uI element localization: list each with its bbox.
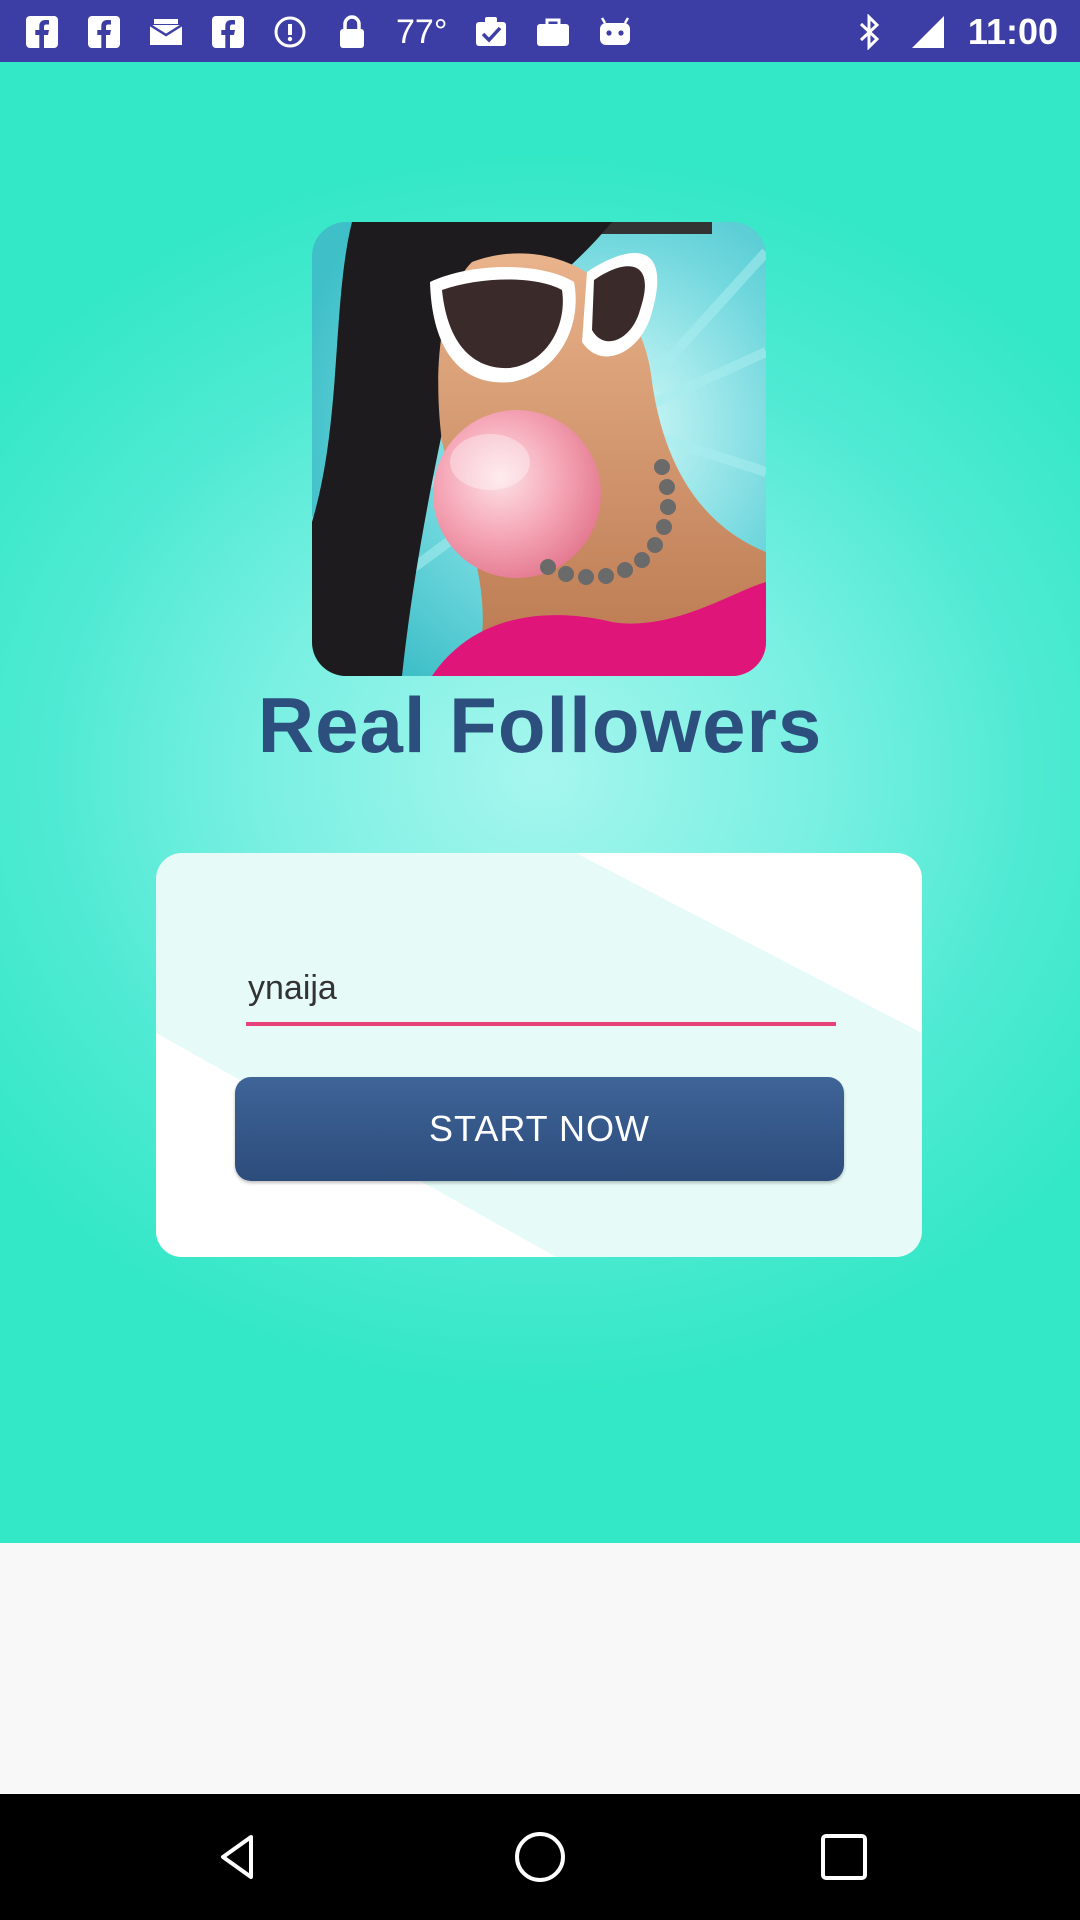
android-icon [597, 14, 633, 50]
info-icon [272, 14, 308, 50]
back-icon[interactable] [207, 1827, 267, 1887]
mail-icon [148, 14, 184, 50]
bottom-blank-area [0, 1543, 1080, 1794]
status-right-icons: 11:00 [852, 12, 1058, 52]
signal-icon [910, 14, 946, 50]
briefcase-icon [535, 14, 571, 50]
app-logo [312, 222, 766, 676]
clock: 11:00 [967, 11, 1058, 52]
recents-icon[interactable] [814, 1827, 874, 1887]
facebook-icon [86, 14, 122, 50]
facebook-icon [24, 14, 60, 50]
bluetooth-icon [852, 14, 888, 50]
status-left-icons: 77° [24, 12, 633, 52]
facebook-icon [210, 14, 246, 50]
navigation-bar [0, 1794, 1080, 1920]
temperature-text: 77° [396, 13, 448, 51]
app-title: Real Followers [257, 681, 823, 769]
start-now-button[interactable]: START NOW [235, 1077, 844, 1181]
card-background [156, 853, 922, 1257]
bubblegum-girl-logo-icon [312, 222, 766, 676]
status-bar: 77° 11:00 [0, 0, 1080, 62]
clipboard-check-icon [473, 14, 509, 50]
username-input[interactable]: ynaija [246, 958, 836, 1026]
lock-icon [334, 14, 370, 50]
login-card [156, 853, 922, 1257]
home-icon[interactable] [510, 1827, 570, 1887]
